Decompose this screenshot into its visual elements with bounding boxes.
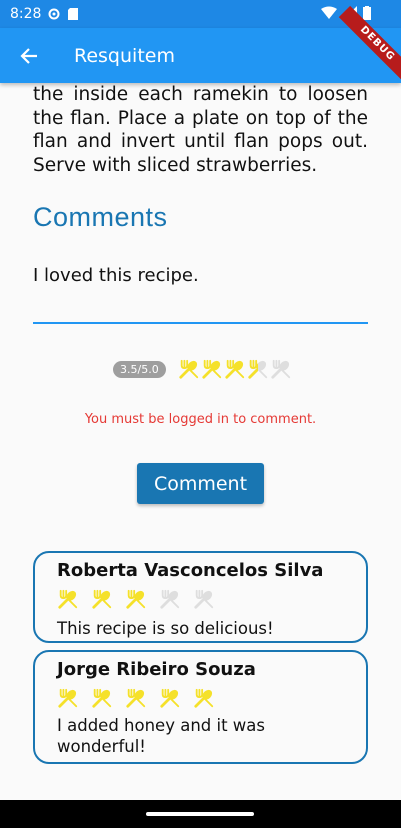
home-gesture-handle[interactable] [146,812,254,816]
spoon-rating-empty-icon [193,588,215,610]
spoon-rating-half-icon[interactable] [247,358,270,380]
arrow-back-icon [20,47,37,64]
rating-badge: 3.5/5.0 [113,360,166,378]
spoon-rating-empty-icon[interactable] [270,358,293,380]
rating-spoons[interactable] [178,358,293,380]
spoon-rating-filled-icon[interactable] [178,358,201,380]
spoon-rating-filled-icon [193,687,215,709]
spoon-rating-filled-icon[interactable] [224,358,247,380]
login-error-message: You must be logged in to comment. [84,412,317,427]
system-nav-bar [0,800,401,828]
comment-input[interactable]: I loved this recipe. [33,262,368,324]
comment-text: I added honey and it was wonderful! [57,716,265,756]
comment-author: Jorge Ribeiro Souza [57,659,256,680]
app-bar: Resquitem DEBUG [0,5,401,83]
sd-card-icon [67,7,81,21]
spoon-rating-filled-icon [159,687,181,709]
comment-rating [57,588,215,610]
spoon-rating-empty-icon [159,588,181,610]
settings-icon [47,7,61,21]
comment-author: Roberta Vasconcelos Silva [57,560,324,581]
spoon-rating-filled-icon [125,588,147,610]
comment-rating [57,687,215,709]
spoon-rating-filled-icon [91,687,113,709]
comments-heading: Comments [33,202,168,232]
rating-selector: 3.5/5.0 [113,358,293,380]
wifi-icon [321,6,337,24]
recipe-instructions: the inside each ramekin to loosen the fl… [33,84,368,176]
back-button[interactable] [1,28,57,83]
comment-card: Jorge Ribeiro Souza I added honey and it… [33,650,368,764]
comment-card: Roberta Vasconcelos Silva This recipe is… [33,551,368,643]
comment-text: This recipe is so delicious! [57,619,274,638]
spoon-rating-filled-icon [125,687,147,709]
spoon-rating-filled-icon [57,687,79,709]
spoon-rating-filled-icon [91,588,113,610]
comment-input-value: I loved this recipe. [33,265,199,286]
comment-button[interactable]: Comment [137,463,264,504]
status-time: 8:28 [10,6,42,22]
spoon-rating-filled-icon [57,588,79,610]
spoon-rating-filled-icon[interactable] [201,358,224,380]
app-title: Resquitem [74,44,175,67]
